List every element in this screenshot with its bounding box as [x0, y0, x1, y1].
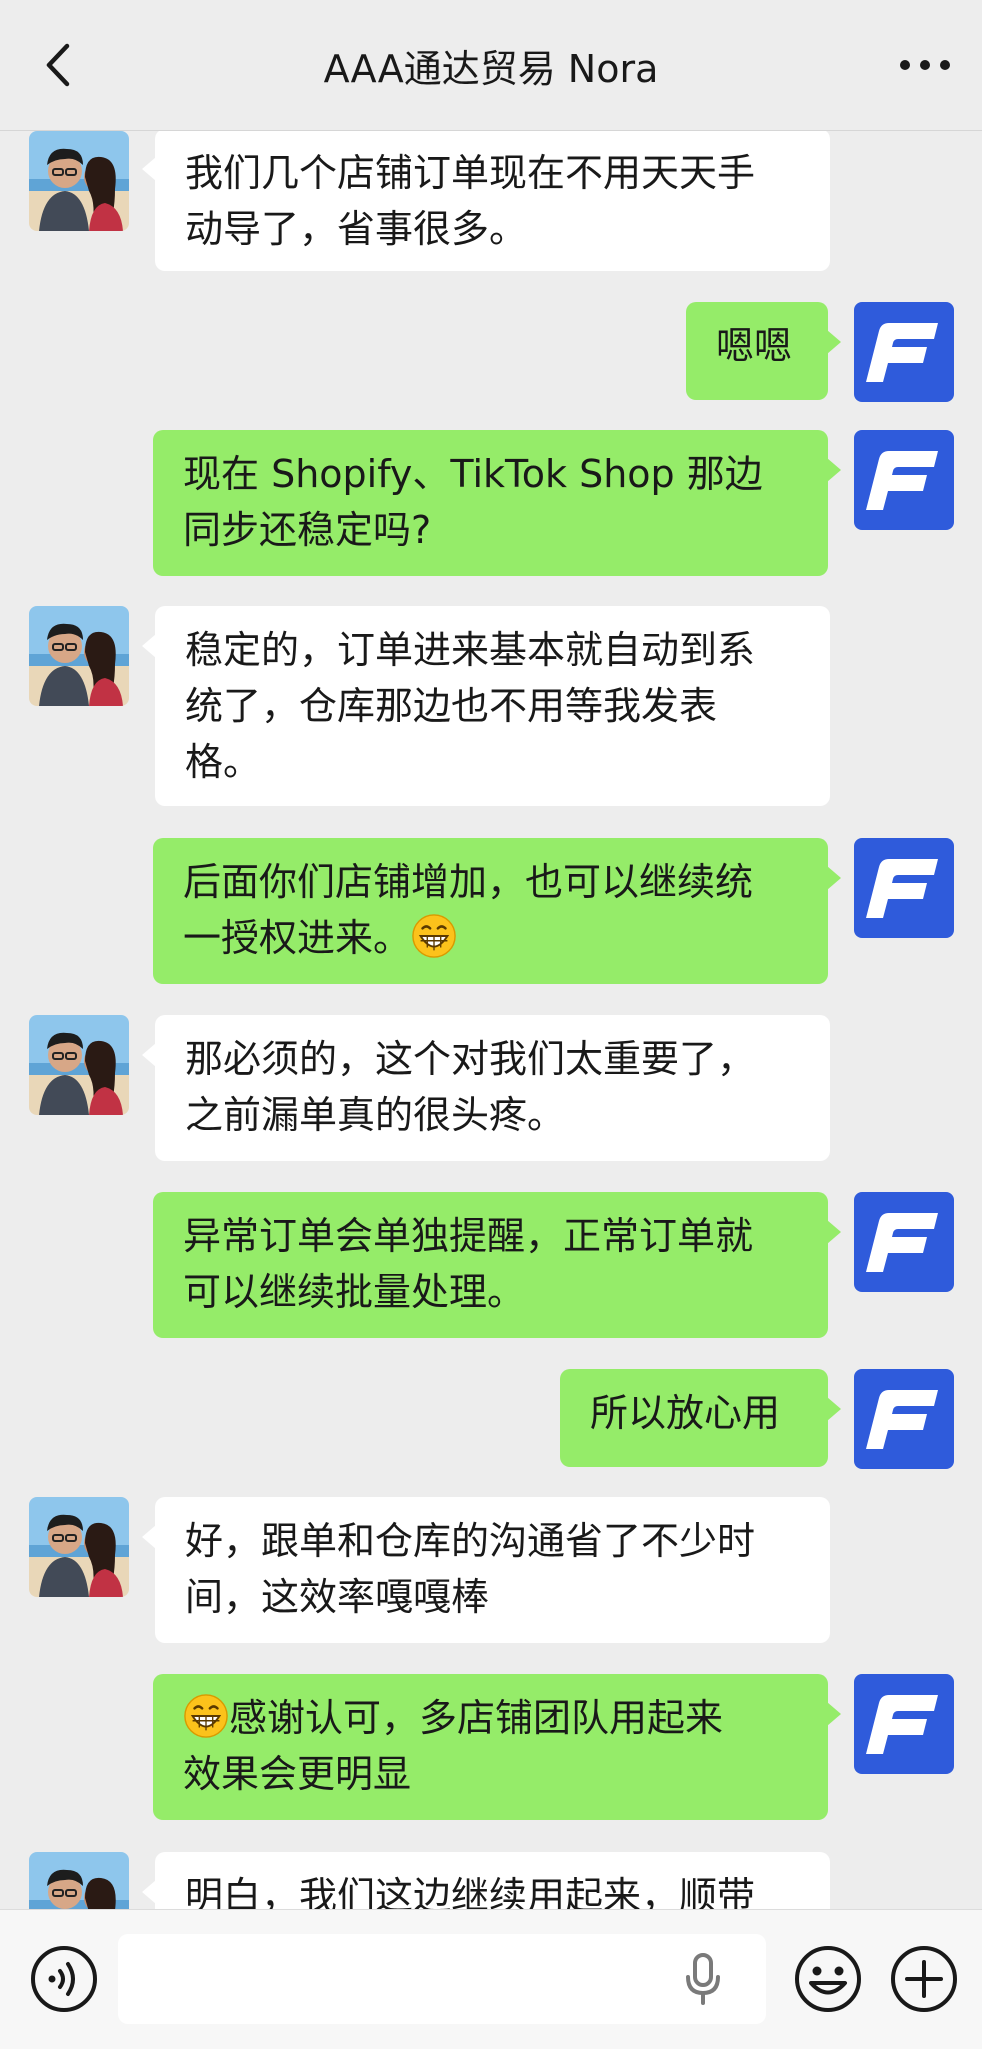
incoming-message-bubble[interactable]: 稳定的，订单进来基本就自动到系 统了，仓库那边也不用等我发表 格。	[142, 606, 830, 806]
couple-beach-photo	[29, 1852, 129, 1909]
incoming-message-bubble[interactable]: 那必须的，这个对我们太重要了， 之前漏单真的很头疼。	[142, 1015, 830, 1161]
message-line: 感谢认可，多店铺团队用起来	[229, 1696, 724, 1740]
incoming-message-bubble[interactable]: 好，跟单和仓库的沟通省了不少时 间，这效率嘎嘎棒	[142, 1497, 830, 1643]
message-line-with-emoji: 感谢认可，多店铺团队用起来	[183, 1690, 798, 1746]
outgoing-message-bubble[interactable]: 异常订单会单独提醒，正常订单就 可以继续批量处理。	[153, 1192, 841, 1338]
my-avatar[interactable]	[854, 430, 954, 530]
brand-f-logo	[854, 1192, 954, 1292]
message-line: 那必须的，这个对我们太重要了，	[185, 1037, 756, 1081]
microphone-button[interactable]	[670, 1946, 736, 2012]
couple-beach-photo	[29, 606, 129, 706]
message-line: 异常订单会单独提醒，正常订单就	[183, 1214, 754, 1258]
message-line: 一授权进来。	[183, 916, 412, 960]
brand-f-logo	[854, 430, 954, 530]
plus-icon	[891, 1946, 957, 2012]
message-line: 稳定的，订单进来基本就自动到系	[185, 628, 756, 672]
message-line: 间，这效率嘎嘎棒	[185, 1575, 490, 1619]
message-line: 嗯嗯	[716, 324, 793, 368]
back-button[interactable]	[28, 35, 88, 95]
message-line: 统了，仓库那边也不用等我发表	[185, 684, 718, 728]
my-avatar[interactable]	[854, 1192, 954, 1292]
message-line: 后面你们店铺增加，也可以继续统	[183, 860, 754, 904]
my-avatar[interactable]	[854, 1369, 954, 1469]
message-line: 动导了，省事很多。	[185, 207, 528, 251]
message-line: 我们几个店铺订单现在不用天天手	[185, 151, 756, 195]
chevron-left-icon	[46, 43, 70, 87]
emoji-icon	[795, 1946, 861, 2012]
message-line: 同步还稳定吗?	[183, 508, 432, 552]
outgoing-message-bubble[interactable]: 后面你们店铺增加，也可以继续统 一授权进来。	[153, 838, 841, 984]
more-functions-button[interactable]	[880, 1935, 968, 2023]
more-button[interactable]	[890, 35, 960, 95]
message-list[interactable]: 我们几个店铺订单现在不用天天手 动导了，省事很多。 嗯嗯 现在 Shopify、…	[0, 131, 982, 1909]
brand-f-logo	[854, 1674, 954, 1774]
brand-f-logo	[854, 302, 954, 402]
my-avatar[interactable]	[854, 302, 954, 402]
outgoing-message-bubble[interactable]: 感谢认可，多店铺团队用起来 效果会更明显	[153, 1674, 841, 1820]
outgoing-message-bubble[interactable]: 现在 Shopify、TikTok Shop 那边 同步还稳定吗?	[153, 430, 841, 576]
emoji-button[interactable]	[784, 1935, 872, 2023]
message-line: 现在 Shopify、TikTok Shop 那边	[183, 452, 763, 496]
message-line: 可以继续批量处理。	[183, 1270, 526, 1314]
message-line: 所以放心用	[590, 1391, 781, 1435]
message-line: 之前漏单真的很头疼。	[185, 1093, 566, 1137]
voice-icon	[31, 1946, 97, 2012]
microphone-icon	[686, 1953, 720, 2005]
grinning-emoji-icon	[411, 913, 457, 959]
contact-avatar[interactable]	[29, 1852, 129, 1909]
message-line: 好，跟单和仓库的沟通省了不少时	[185, 1519, 756, 1563]
message-line-with-emoji: 一授权进来。	[183, 910, 798, 966]
couple-beach-photo	[29, 131, 129, 231]
brand-f-logo	[854, 838, 954, 938]
my-avatar[interactable]	[854, 1674, 954, 1774]
more-dots-icon	[900, 60, 950, 70]
message-line: 明白，我们这边继续用起来，顺带	[185, 1874, 756, 1909]
outgoing-message-bubble[interactable]: 所以放心用	[560, 1369, 841, 1467]
contact-avatar[interactable]	[29, 606, 129, 706]
grinning-emoji-icon	[183, 1693, 229, 1739]
outgoing-message-bubble[interactable]: 嗯嗯	[686, 302, 841, 400]
brand-f-logo	[854, 1369, 954, 1469]
contact-avatar[interactable]	[29, 1015, 129, 1115]
chat-header: AAA通达贸易 Nora	[0, 0, 982, 131]
contact-avatar[interactable]	[29, 131, 129, 231]
voice-toggle-button[interactable]	[22, 1937, 106, 2021]
contact-avatar[interactable]	[29, 1497, 129, 1597]
message-input[interactable]	[118, 1934, 766, 2024]
chat-title: AAA通达贸易 Nora	[323, 46, 659, 91]
message-line: 效果会更明显	[183, 1752, 412, 1796]
my-avatar[interactable]	[854, 838, 954, 938]
input-toolbar	[0, 1909, 982, 2049]
couple-beach-photo	[29, 1497, 129, 1597]
incoming-message-bubble[interactable]: 明白，我们这边继续用起来，顺带	[142, 1852, 830, 1909]
message-line: 格。	[185, 740, 262, 784]
couple-beach-photo	[29, 1015, 129, 1115]
incoming-message-bubble[interactable]: 我们几个店铺订单现在不用天天手 动导了，省事很多。	[142, 131, 830, 271]
